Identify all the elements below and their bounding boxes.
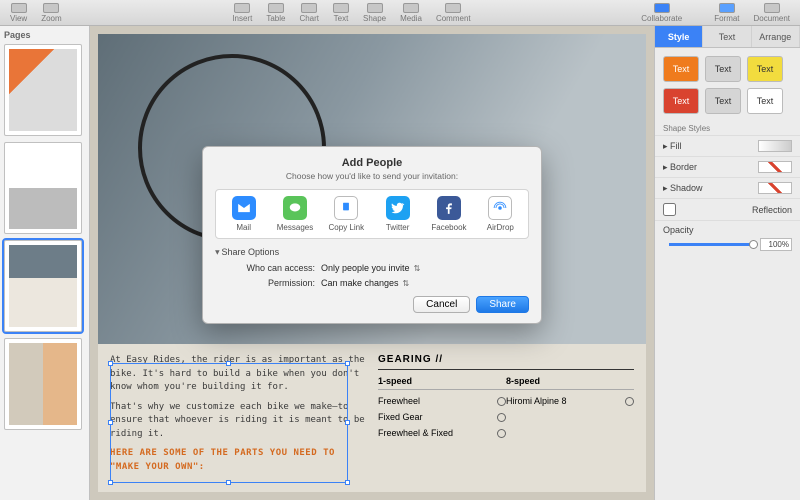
chevron-updown-icon: ⇅ bbox=[414, 264, 421, 273]
comment-button[interactable]: Comment bbox=[430, 3, 477, 23]
page-thumbnail[interactable] bbox=[4, 142, 82, 234]
style-swatch[interactable]: Text bbox=[705, 56, 741, 82]
style-swatch[interactable]: Text bbox=[747, 56, 783, 82]
dialog-title: Add People bbox=[215, 157, 529, 169]
gearing-block[interactable]: GEARING // 1-speed 8-speed Freewheel Fix… bbox=[378, 354, 634, 474]
cancel-button[interactable]: Cancel bbox=[413, 296, 470, 313]
tab-arrange[interactable]: Arrange bbox=[752, 26, 800, 47]
share-airdrop[interactable]: AirDrop bbox=[476, 196, 524, 232]
shadow-preview bbox=[758, 182, 792, 194]
radio-icon[interactable] bbox=[497, 413, 506, 422]
share-copy-link[interactable]: Copy Link bbox=[322, 196, 370, 232]
opacity-row: Opacity 100% bbox=[655, 220, 800, 255]
share-messages[interactable]: Messages bbox=[271, 196, 319, 232]
page-thumbnail[interactable] bbox=[4, 240, 82, 332]
format-button[interactable]: Format bbox=[708, 3, 745, 23]
page-thumbnail[interactable] bbox=[4, 338, 82, 430]
view-menu[interactable]: View bbox=[4, 3, 33, 23]
copy-link-icon bbox=[334, 196, 358, 220]
table-button[interactable]: Table bbox=[260, 3, 291, 23]
share-button[interactable]: Share bbox=[476, 296, 529, 313]
page-thumbnail[interactable] bbox=[4, 44, 82, 136]
shadow-row[interactable]: ▸ Shadow bbox=[655, 177, 800, 198]
messages-icon bbox=[283, 196, 307, 220]
style-swatch[interactable]: Text bbox=[663, 88, 699, 114]
chevron-updown-icon: ⇅ bbox=[403, 279, 410, 288]
permission-select[interactable]: Can make changes⇅ bbox=[321, 278, 409, 288]
opacity-value[interactable]: 100% bbox=[760, 238, 792, 251]
resize-handle[interactable] bbox=[108, 420, 113, 425]
airdrop-icon bbox=[488, 196, 512, 220]
border-row[interactable]: ▸ Border bbox=[655, 156, 800, 177]
dialog-subtitle: Choose how you'd like to send your invit… bbox=[215, 171, 529, 181]
fill-preview bbox=[758, 140, 792, 152]
zoom-menu[interactable]: Zoom bbox=[35, 3, 67, 23]
share-dialog: Add People Choose how you'd like to send… bbox=[202, 146, 542, 324]
resize-handle[interactable] bbox=[345, 420, 350, 425]
radio-icon[interactable] bbox=[625, 397, 634, 406]
facebook-icon bbox=[437, 196, 461, 220]
fill-row[interactable]: ▸ Fill bbox=[655, 135, 800, 156]
share-options-disclosure[interactable]: Share Options bbox=[215, 247, 529, 258]
opacity-slider[interactable] bbox=[669, 243, 754, 246]
text-button[interactable]: Text bbox=[327, 3, 355, 23]
resize-handle[interactable] bbox=[345, 480, 350, 485]
share-methods: Mail Messages Copy Link Twitter Facebook… bbox=[215, 189, 529, 239]
radio-icon[interactable] bbox=[497, 397, 506, 406]
style-swatches: Text Text Text Text Text Text bbox=[655, 48, 800, 122]
share-mail[interactable]: Mail bbox=[220, 196, 268, 232]
selection-outline bbox=[110, 363, 348, 483]
twitter-icon bbox=[386, 196, 410, 220]
share-facebook[interactable]: Facebook bbox=[425, 196, 473, 232]
tab-text[interactable]: Text bbox=[703, 26, 751, 47]
reflection-row[interactable]: Reflection bbox=[655, 198, 800, 220]
format-inspector: Style Text Arrange Text Text Text Text T… bbox=[654, 26, 800, 500]
style-swatch[interactable]: Text bbox=[747, 88, 783, 114]
document-button[interactable]: Document bbox=[748, 3, 796, 23]
style-swatch[interactable]: Text bbox=[663, 56, 699, 82]
tab-style[interactable]: Style bbox=[655, 26, 703, 47]
resize-handle[interactable] bbox=[226, 480, 231, 485]
radio-icon[interactable] bbox=[497, 429, 506, 438]
who-can-access-select[interactable]: Only people you invite⇅ bbox=[321, 263, 420, 273]
pages-sidebar: Pages bbox=[0, 26, 90, 500]
document-canvas[interactable]: BUILD YOUR OWN At Easy Rides, the rider … bbox=[90, 26, 654, 500]
chart-button[interactable]: Chart bbox=[293, 3, 325, 23]
app-toolbar: View Zoom Insert Table Chart Text Shape … bbox=[0, 0, 800, 26]
share-twitter[interactable]: Twitter bbox=[374, 196, 422, 232]
border-preview bbox=[758, 161, 792, 173]
mail-icon bbox=[232, 196, 256, 220]
reflection-checkbox[interactable] bbox=[663, 203, 676, 216]
pages-sidebar-title: Pages bbox=[4, 30, 85, 40]
permission-row: Permission: Can make changes⇅ bbox=[215, 278, 529, 288]
resize-handle[interactable] bbox=[345, 361, 350, 366]
insert-button[interactable]: Insert bbox=[226, 3, 258, 23]
resize-handle[interactable] bbox=[108, 361, 113, 366]
resize-handle[interactable] bbox=[226, 361, 231, 366]
resize-handle[interactable] bbox=[108, 480, 113, 485]
style-swatch[interactable]: Text bbox=[705, 88, 741, 114]
who-can-access-row: Who can access: Only people you invite⇅ bbox=[215, 263, 529, 273]
shape-button[interactable]: Shape bbox=[357, 3, 392, 23]
collaborate-button[interactable]: Collaborate bbox=[635, 3, 688, 23]
media-button[interactable]: Media bbox=[394, 3, 428, 23]
slider-knob[interactable] bbox=[749, 240, 758, 249]
shape-styles-label: Shape Styles bbox=[655, 122, 800, 135]
